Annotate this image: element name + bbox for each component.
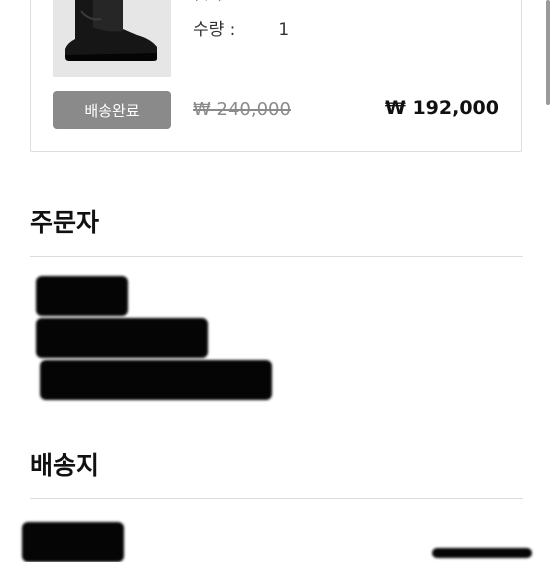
redacted-orderer-name <box>36 276 128 316</box>
order-item-card: ( / ) 수량 : 1 배송완료 ₩ 240,000 ₩ 192,000 <box>30 0 522 152</box>
quantity-row: 수량 : 1 <box>193 15 289 40</box>
quantity-label: 수량 : <box>193 20 236 40</box>
redacted-shipping-extra <box>432 548 532 558</box>
boot-icon <box>53 0 171 77</box>
product-option-text: ( / ) <box>193 0 224 3</box>
shipping-section-title: 배송지 <box>30 451 100 480</box>
redacted-shipping-name <box>22 522 124 562</box>
original-price: ₩ 240,000 <box>193 99 291 120</box>
orderer-divider <box>30 256 523 257</box>
delivery-status-badge[interactable]: 배송완료 <box>53 91 171 129</box>
redacted-orderer-email <box>40 360 272 400</box>
orderer-section-title: 주문자 <box>30 208 100 237</box>
product-image[interactable] <box>53 0 171 77</box>
scrollbar[interactable] <box>546 0 550 105</box>
shipping-divider <box>30 498 523 499</box>
quantity-value: 1 <box>278 20 290 40</box>
final-price: ₩ 192,000 <box>384 97 499 119</box>
redacted-orderer-phone <box>36 318 208 358</box>
